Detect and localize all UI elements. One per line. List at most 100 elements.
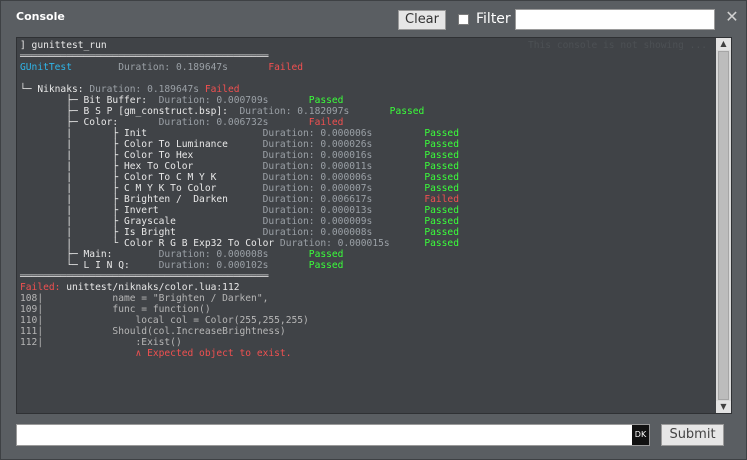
console-line: Failed: unittest/niknaks/color.lua:112 — [20, 282, 714, 293]
console-segment-failed: ∧ Expected object to exist. — [20, 348, 292, 359]
scrollbar-thumb[interactable] — [718, 51, 729, 400]
console-line: | ├ Color To Luminance Duration: 0.00002… — [20, 139, 714, 150]
console-line: | ├ C M Y K To Color Duration: 0.000007s… — [20, 183, 714, 194]
console-line: | ├ Init Duration: 0.000006s Passed — [20, 128, 714, 139]
console-segment-gray: Duration: 0.189647s — [71, 62, 228, 73]
console-segment-gray: Duration: 0.000008s — [262, 227, 373, 238]
console-segment-white: | ├ Init — [20, 128, 263, 139]
console-line: ├─ Bit Buffer: Duration: 0.000709s Passe… — [20, 95, 714, 106]
console-segment-white: | ├ Color To Luminance — [20, 139, 263, 150]
console-segment-passed: Passed — [372, 227, 459, 238]
console-segment-passed: Passed — [372, 216, 459, 227]
console-segment-passed: Passed — [372, 183, 459, 194]
console-line: 112| :Exist() — [20, 337, 714, 348]
window-title: Console — [16, 10, 65, 23]
console-segment-gray: Duration: 0.000011s — [262, 161, 373, 172]
console-output[interactable]: This console is not showing ... ] gunitt… — [16, 37, 732, 414]
filter-label: Filter — [476, 11, 511, 27]
console-segment-white: | ├ Color To C M Y K — [20, 172, 263, 183]
console-line: | ├ Color To Hex Duration: 0.000016s Pas… — [20, 150, 714, 161]
console-segment-dim: 110| local col = Color(255,255,255) — [20, 315, 309, 326]
console-line: GUnitTest Duration: 0.189647s Failed — [20, 62, 714, 73]
console-segment-passed: Passed — [268, 260, 344, 271]
console-segment-gray: Duration: 0.000709s — [158, 95, 269, 106]
submit-button[interactable]: Submit — [661, 424, 724, 446]
console-line: | ├ Invert Duration: 0.000013s Passed — [20, 205, 714, 216]
console-log: ] gunittest_run ═════════════════════════… — [20, 40, 714, 359]
console-segment-dim: 109| func = function() — [20, 304, 211, 315]
console-segment-white: | └ Color R G B Exp32 To Color — [20, 238, 280, 249]
filter-checkbox[interactable] — [458, 14, 469, 25]
console-segment-failed: Failed — [372, 194, 459, 205]
console-segment-dim: 112| :Exist() — [20, 337, 182, 348]
console-segment-failed: Failed: — [20, 282, 67, 293]
console-segment-failed: Failed — [204, 84, 240, 95]
console-segment-passed: Passed — [372, 139, 459, 150]
console-segment-white: ] gunittest_run — [20, 40, 107, 51]
console-segment-white: unittest/niknaks/color.lua:112 — [66, 282, 240, 293]
console-segment-gray: Duration: 0.000007s — [262, 183, 373, 194]
console-segment-gray: Duration: 0.000102s — [158, 260, 269, 271]
console-segment-gray: Duration: 0.000006s — [262, 172, 373, 183]
console-segment-gray: Duration: 0.006617s — [262, 194, 373, 205]
console-segment-passed: Passed — [349, 106, 425, 117]
console-segment-white: ├─ Main: — [20, 249, 159, 260]
console-segment-sep: ════════════════════════════════════════… — [20, 271, 269, 282]
console-line: 108| name = "Brighten / Darken", — [20, 293, 714, 304]
scroll-down-icon[interactable]: ▼ — [716, 401, 731, 413]
console-segment-passed: Passed — [268, 95, 344, 106]
console-line: | ├ Grayscale Duration: 0.000009s Passed — [20, 216, 714, 227]
console-segment-passed: Passed — [389, 238, 459, 249]
console-segment-white: | ├ C M Y K To Color — [20, 183, 263, 194]
console-segment-cyan: GUnitTest — [20, 62, 72, 73]
console-segment-gray: Duration: 0.006732s — [158, 117, 269, 128]
console-segment-gray: Duration: 0.000009s — [262, 216, 373, 227]
console-segment-gray: Duration: 0.000013s — [262, 205, 373, 216]
close-icon[interactable]: ✕ — [723, 7, 741, 27]
console-window: Console Clear Filter ✕ This console is n… — [0, 0, 747, 460]
console-segment-sep: ════════════════════════════════════════… — [20, 51, 269, 62]
console-line: | ├ Hex To Color Duration: 0.000011s Pas… — [20, 161, 714, 172]
console-segment-white: └─ Niknaks: — [20, 84, 90, 95]
console-segment-white: | ├ Brighten / Darken — [20, 194, 263, 205]
console-line: | └ Color R G B Exp32 To Color Duration:… — [20, 238, 714, 249]
console-segment-white: | ├ Invert — [20, 205, 263, 216]
filter-input[interactable] — [515, 9, 715, 30]
console-segment-gray: Duration: 0.000026s — [262, 139, 373, 150]
console-segment-passed: Passed — [372, 172, 459, 183]
console-segment-gray: Duration: 0.189647s — [89, 84, 205, 95]
console-segment-white: ├─ B S P [gm_construct.bsp]: — [20, 106, 240, 117]
console-segment-passed: Passed — [372, 150, 459, 161]
console-segment-dim: 111| Should(col.IncreaseBrightness) — [20, 326, 286, 337]
console-segment-white: | ├ Color To Hex — [20, 150, 263, 161]
console-line: ] gunittest_run — [20, 40, 714, 51]
console-line: └─ Niknaks: Duration: 0.189647s Failed — [20, 84, 714, 95]
console-segment-passed: Passed — [372, 161, 459, 172]
console-segment-gray: Duration: 0.000008s — [158, 249, 269, 260]
console-line: ├─ Main: Duration: 0.000008s Passed — [20, 249, 714, 260]
console-segment-gray: Duration: 0.182097s — [239, 106, 350, 117]
console-segment-white: ├─ Color: — [20, 117, 159, 128]
console-line: ├─ Color: Duration: 0.006732s Failed — [20, 117, 714, 128]
console-line: ∧ Expected object to exist. — [20, 348, 714, 359]
console-segment-white: | ├ Grayscale — [20, 216, 263, 227]
command-input[interactable] — [16, 424, 650, 446]
console-segment-gray: Duration: 0.000006s — [262, 128, 373, 139]
console-segment-failed: Failed — [268, 117, 344, 128]
console-segment-passed: Passed — [372, 205, 459, 216]
console-segment-white: ├─ Bit Buffer: — [20, 95, 159, 106]
console-line: └─ L I N Q: Duration: 0.000102s Passed — [20, 260, 714, 271]
console-segment-white: | ├ Hex To Color — [20, 161, 263, 172]
console-line: ════════════════════════════════════════… — [20, 51, 714, 62]
console-line: | ├ Is Bright Duration: 0.000008s Passed — [20, 227, 714, 238]
console-segment-gray: Duration: 0.000016s — [262, 150, 373, 161]
console-line: ════════════════════════════════════════… — [20, 271, 714, 282]
scroll-up-icon[interactable]: ▲ — [716, 38, 731, 50]
console-line: 111| Should(col.IncreaseBrightness) — [20, 326, 714, 337]
console-line: 109| func = function() — [20, 304, 714, 315]
clear-button[interactable]: Clear — [398, 10, 446, 30]
console-line: | ├ Color To C M Y K Duration: 0.000006s… — [20, 172, 714, 183]
console-scrollbar[interactable]: ▲ ▼ — [716, 38, 731, 413]
input-badge: DK — [632, 425, 649, 445]
